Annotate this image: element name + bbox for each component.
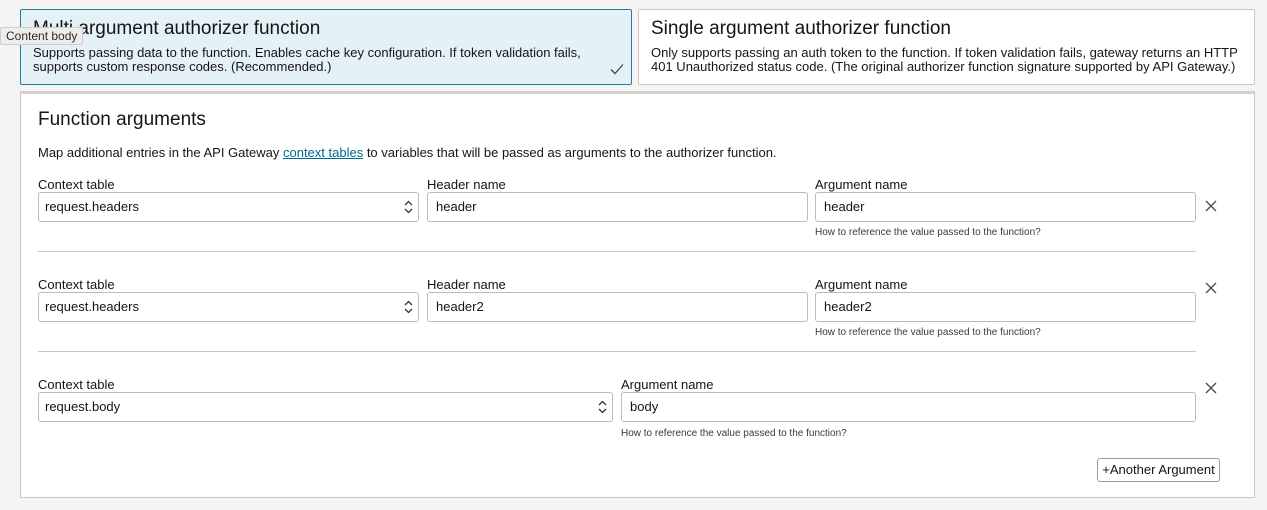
context-table-value: request.headers: [45, 299, 139, 314]
context-table-label: Context table: [38, 377, 115, 392]
remove-argument-icon[interactable]: [1204, 281, 1218, 295]
single-argument-option-title: Single argument authorizer function: [651, 18, 951, 39]
context-tables-link[interactable]: context tables: [283, 145, 363, 160]
tooltip: Content body: [0, 27, 84, 45]
multi-argument-option-title: Multi argument authorizer function: [33, 18, 321, 39]
context-table-value: request.headers: [45, 199, 139, 214]
single-argument-option-description: Only supports passing an auth token to t…: [651, 45, 1238, 74]
function-arguments-title: Function arguments: [38, 109, 206, 130]
context-table-select[interactable]: request.headers: [38, 192, 419, 222]
context-table-select[interactable]: request.body: [38, 392, 613, 422]
description-text-start: Map additional entries in the API Gatewa…: [38, 145, 283, 160]
context-table-label: Context table: [38, 177, 115, 192]
argument-name-input[interactable]: header: [815, 192, 1196, 222]
context-table-select[interactable]: request.headers: [38, 292, 419, 322]
remove-argument-icon[interactable]: [1204, 381, 1218, 395]
argument-name-input[interactable]: header2: [815, 292, 1196, 322]
multi-argument-option-card[interactable]: Multi argument authorizer function Suppo…: [20, 9, 632, 85]
argument-name-hint: How to reference the value passed to the…: [815, 327, 1041, 338]
function-arguments-description: Map additional entries in the API Gatewa…: [38, 145, 777, 161]
context-table-value: request.body: [45, 399, 121, 414]
description-text-end: to variables that will be passed as argu…: [363, 145, 777, 160]
select-arrows-icon: [404, 300, 413, 314]
header-name-input[interactable]: header2: [427, 292, 808, 322]
select-arrows-icon: [598, 400, 607, 414]
argument-name-label: Argument name: [621, 377, 714, 392]
remove-argument-icon[interactable]: [1204, 199, 1218, 213]
argument-name-hint: How to reference the value passed to the…: [621, 428, 847, 439]
row-divider: [38, 251, 1196, 252]
argument-name-label: Argument name: [815, 177, 908, 192]
add-another-argument-button[interactable]: +Another Argument: [1097, 458, 1220, 482]
context-table-label: Context table: [38, 277, 115, 292]
row-divider: [38, 351, 1196, 352]
argument-name-label: Argument name: [815, 277, 908, 292]
checkmark-icon: [610, 64, 624, 75]
header-name-label: Header name: [427, 177, 506, 192]
function-arguments-panel: Function arguments Map additional entrie…: [20, 91, 1255, 498]
header-name-label: Header name: [427, 277, 506, 292]
argument-name-hint: How to reference the value passed to the…: [815, 227, 1041, 238]
multi-argument-option-description: Supports passing data to the function. E…: [33, 45, 581, 74]
select-arrows-icon: [404, 200, 413, 214]
header-name-input[interactable]: header: [427, 192, 808, 222]
argument-name-input[interactable]: body: [621, 392, 1196, 422]
single-argument-option-card[interactable]: Single argument authorizer function Only…: [638, 9, 1255, 85]
